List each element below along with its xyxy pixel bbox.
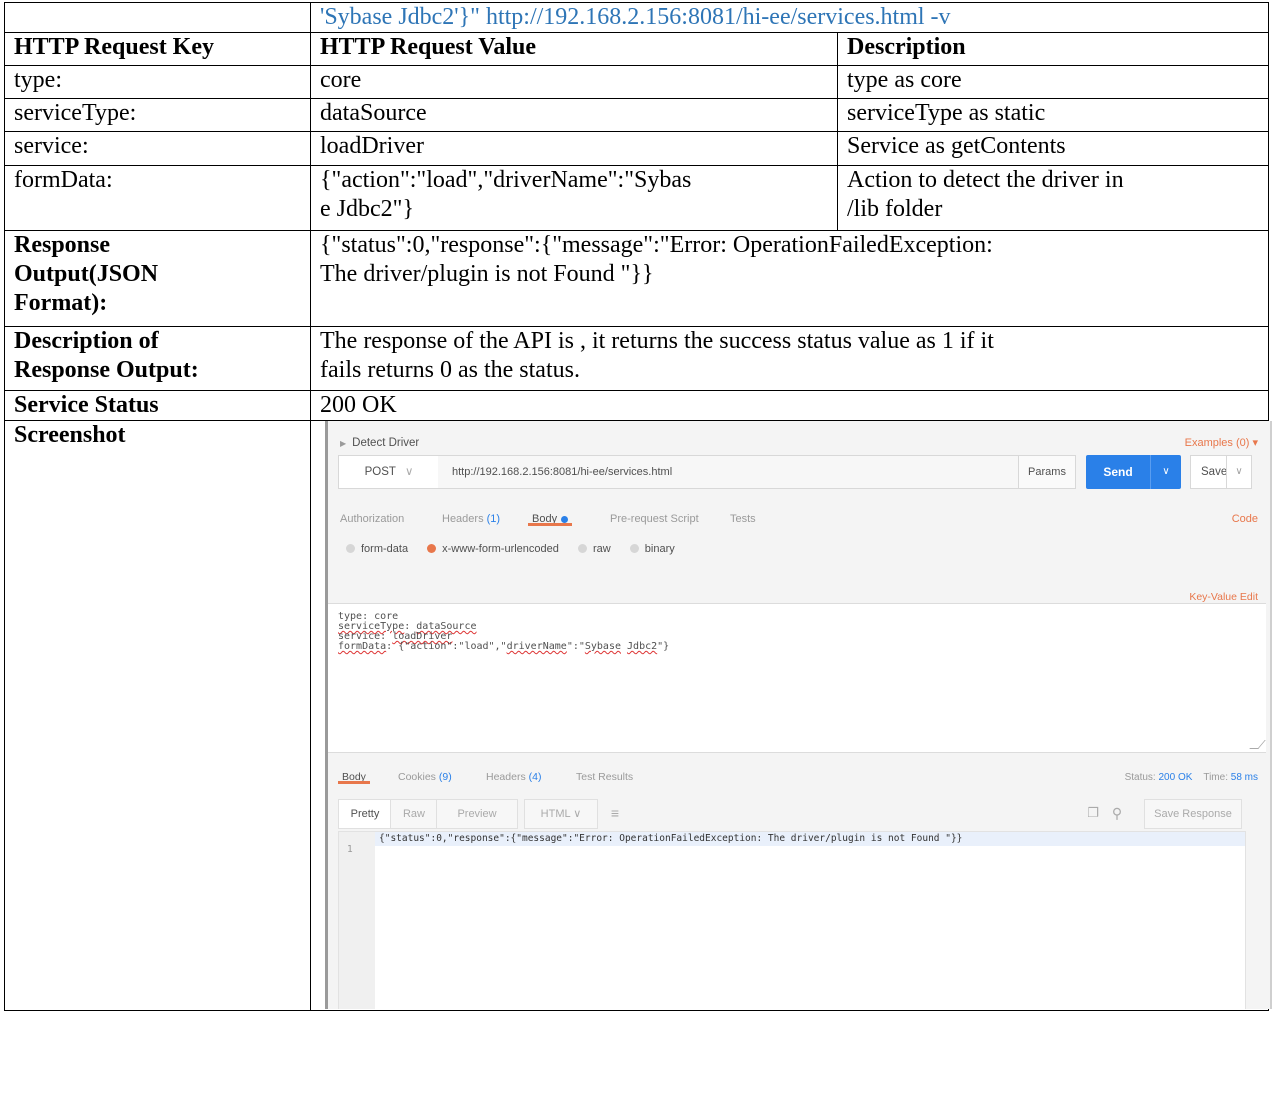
row-value: dataSource — [310, 98, 838, 132]
row-description: type as core — [837, 65, 1269, 99]
row-key: formData: — [4, 165, 311, 231]
url-input[interactable]: http://192.168.2.156:8081/hi-ee/services… — [438, 455, 1019, 489]
table-row: type: core type as core — [4, 65, 1269, 99]
empty-cell — [4, 2, 311, 33]
resize-handle-icon[interactable] — [1249, 740, 1266, 749]
method-select[interactable]: POST ∨ — [338, 455, 440, 489]
row-description: Action to detect the driver in/lib folde… — [837, 165, 1269, 231]
table-row: formData: {"action":"load","driverName":… — [4, 165, 1269, 231]
tab-tests[interactable]: Tests — [730, 505, 756, 534]
pretty-button[interactable]: Pretty — [338, 799, 392, 829]
tab-response-headers[interactable]: Headers (4) — [486, 763, 541, 792]
table-row: service: loadDriver Service as getConten… — [4, 131, 1269, 166]
body-mode-radios: form-data x-www-form-urlencoded raw bina… — [346, 535, 691, 555]
radio-icon — [346, 544, 355, 553]
preview-button[interactable]: Preview — [436, 799, 518, 829]
radio-raw[interactable]: raw — [577, 535, 611, 564]
body-editor-text: type: core serviceType: dataSource servi… — [338, 611, 670, 652]
row-value: core — [310, 65, 838, 99]
radio-icon — [577, 544, 587, 553]
request-tabs: Authorization Headers (1) Body Pre-reque… — [340, 505, 1258, 527]
copy-icon[interactable]: ❐ — [1082, 799, 1104, 827]
row-description: Service as getContents — [837, 131, 1269, 166]
body-editor[interactable]: type: core serviceType: dataSource servi… — [328, 603, 1266, 753]
row-value: loadDriver — [310, 131, 838, 166]
tab-authorization[interactable]: Authorization — [340, 505, 404, 534]
raw-button[interactable]: Raw — [390, 799, 438, 829]
wrap-lines-icon[interactable]: ≡ — [602, 799, 628, 827]
api-doc-table: 'Sybase Jdbc2'}" http://192.168.2.156:80… — [4, 2, 1272, 1011]
response-body-line: {"status":0,"response":{"message":"Error… — [375, 832, 1245, 846]
tab-pre-request-script[interactable]: Pre-request Script — [610, 505, 699, 534]
request-header: ▶ Detect Driver Examples (0) ▾ — [340, 429, 1258, 449]
header-key: HTTP Request Key — [4, 32, 311, 66]
chevron-down-icon[interactable]: ∨ — [1226, 456, 1251, 488]
dot-icon — [561, 515, 569, 523]
curl-continuation: 'Sybase Jdbc2'}" http://192.168.2.156:80… — [310, 2, 1269, 33]
response-tabs: Body Cookies (9) Headers (4) Test Result… — [338, 763, 1258, 785]
service-status-value: 200 OK — [310, 390, 1269, 421]
examples-dropdown[interactable]: Examples (0) ▾ — [1185, 429, 1258, 458]
code-link[interactable]: Code — [1232, 505, 1258, 534]
chevron-down-icon: ∨ — [404, 466, 414, 478]
tab-cookies[interactable]: Cookies (9) — [398, 763, 452, 792]
params-button[interactable]: Params — [1018, 455, 1076, 489]
radio-icon — [629, 544, 639, 553]
radio-binary[interactable]: binary — [629, 535, 675, 564]
caret-right-icon: ▶ — [340, 439, 347, 448]
screenshot-label: Screenshot — [4, 420, 311, 1011]
response-output-value: {"status":0,"response":{"message":"Error… — [310, 230, 1269, 327]
service-status-label: Service Status — [4, 390, 311, 421]
header-value: HTTP Request Value — [310, 32, 838, 66]
row-key: serviceType: — [4, 98, 311, 132]
tab-body[interactable]: Body — [527, 505, 573, 534]
header-description: Description — [837, 32, 1269, 66]
save-button[interactable]: Save ∨ — [1190, 455, 1252, 489]
row-key: type: — [4, 65, 311, 99]
row-description: serviceType as static — [837, 98, 1269, 132]
line-gutter: 1 — [339, 832, 375, 1009]
postman-screenshot: ▶ Detect Driver Examples (0) ▾ POST ∨ htt… — [325, 421, 1272, 1009]
radio-urlencoded[interactable]: x-www-form-urlencoded — [427, 535, 559, 564]
screenshot-cell: ▶ Detect Driver Examples (0) ▾ POST ∨ htt… — [310, 420, 1272, 1011]
save-response-button[interactable]: Save Response — [1144, 799, 1242, 829]
row-value: {"action":"load","driverName":"Sybas e Jd… — [310, 165, 838, 231]
send-dropdown-icon[interactable]: ∨ — [1150, 455, 1181, 489]
format-select[interactable]: HTML ∨ — [524, 799, 598, 829]
response-toolbar: Pretty Raw Preview HTML ∨ ≡ ❐ ⚲ Save Res… — [338, 799, 1258, 829]
radio-icon — [427, 544, 437, 553]
response-body-viewer[interactable]: 1 {"status":0,"response":{"message":"Err… — [338, 831, 1246, 1009]
tab-headers[interactable]: Headers (1) — [442, 505, 500, 534]
description-of-response-value: The response of the API is , it returns … — [310, 326, 1269, 391]
row-key: service: — [4, 131, 311, 166]
request-title[interactable]: ▶ Detect Driver — [340, 429, 419, 458]
send-button[interactable]: Send — [1086, 455, 1150, 489]
search-icon[interactable]: ⚲ — [1106, 799, 1128, 827]
url-bar: POST ∨ http://192.168.2.156:8081/hi-ee/s… — [338, 455, 1268, 489]
response-status: Status: 200 OK Time: 58 ms — [1124, 772, 1258, 783]
line-number: 1 — [347, 844, 353, 855]
response-output-label: Response Output(JSON Format): — [4, 230, 311, 327]
radio-form-data[interactable]: form-data — [346, 535, 408, 564]
table-row: serviceType: dataSource serviceType as s… — [4, 98, 1269, 132]
tab-test-results[interactable]: Test Results — [576, 763, 633, 792]
description-of-response-label: Description of Response Output: — [4, 326, 311, 391]
tab-response-body[interactable]: Body — [338, 763, 370, 792]
